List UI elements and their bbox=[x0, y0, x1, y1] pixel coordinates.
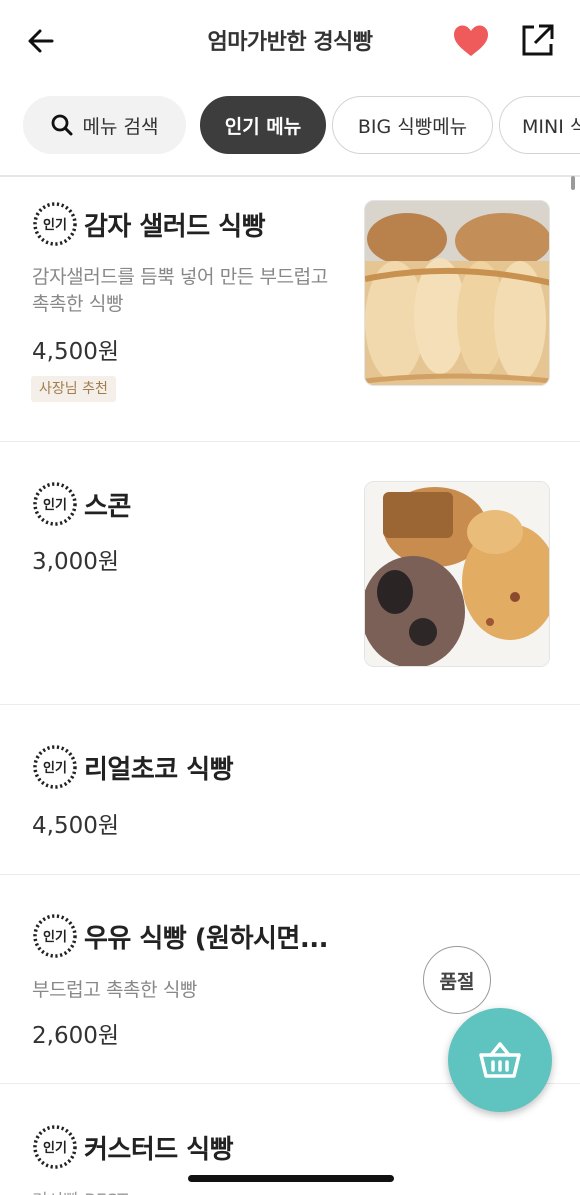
recommend-tag: 사장님 추천 bbox=[31, 376, 116, 402]
basket-icon bbox=[479, 1042, 521, 1078]
potato-bread-image bbox=[364, 200, 550, 386]
home-indicator[interactable] bbox=[188, 1175, 394, 1182]
menu-item[interactable]: 인기 감자 샐러드 식빵 감자샐러드를 듬뿍 넣어 만든 부드럽고 촉촉한 식빵… bbox=[0, 177, 580, 442]
tab-popular[interactable]: 인기 메뉴 bbox=[200, 96, 326, 154]
menu-item-name: 우유 식빵 (원하시면... bbox=[84, 923, 328, 954]
header: 엄마가반한 경식빵 bbox=[0, 0, 580, 82]
search-icon bbox=[51, 114, 73, 136]
badge-label: 인기 bbox=[43, 929, 67, 945]
popular-badge-icon: 인기 bbox=[33, 482, 77, 526]
badge-label: 인기 bbox=[43, 497, 67, 513]
menu-item-price: 4,500원 bbox=[32, 813, 120, 839]
menu-item-name: 감자 샐러드 식빵 bbox=[84, 211, 266, 242]
menu-item-desc: 감자샐러드를 듬뿍 넣어 만든 부드럽고 촉촉한 식빵 bbox=[32, 266, 328, 315]
menu-item-name: 리얼초코 식빵 bbox=[84, 754, 234, 785]
menu-item-name: 커스터드 식빵 bbox=[84, 1134, 234, 1165]
menu-search-label: 메뉴 검색 bbox=[82, 115, 159, 138]
badge-label: 인기 bbox=[43, 760, 67, 776]
menu-item-desc: 부드럽고 촉촉한 식빵 bbox=[32, 979, 197, 1001]
category-tabs: 메뉴 검색 인기 메뉴 BIG 식빵메뉴 MINI 식빵 bbox=[0, 96, 580, 156]
menu-item-name: 스콘 bbox=[84, 491, 131, 522]
menu-item-price: 4,500원 bbox=[32, 339, 120, 365]
menu-item-desc: 커시빵 BEST bbox=[32, 1186, 128, 1195]
scone-image bbox=[364, 481, 550, 667]
tab-mini-bread[interactable]: MINI 식빵 bbox=[499, 96, 580, 154]
cart-button[interactable] bbox=[448, 1008, 552, 1112]
badge-label: 인기 bbox=[43, 217, 67, 233]
badge-label: 인기 bbox=[43, 1140, 67, 1156]
popular-badge-icon: 인기 bbox=[33, 1125, 77, 1169]
popular-badge-icon: 인기 bbox=[33, 745, 77, 789]
popular-badge-icon: 인기 bbox=[33, 202, 77, 246]
menu-item[interactable]: 인기 리얼초코 식빵 4,500원 bbox=[0, 705, 580, 875]
menu-search-button[interactable]: 메뉴 검색 bbox=[23, 96, 186, 154]
menu-item-price: 3,000원 bbox=[32, 549, 120, 575]
menu-item-price: 2,600원 bbox=[32, 1023, 120, 1049]
share-icon[interactable] bbox=[520, 22, 556, 58]
sold-out-badge: 품절 bbox=[423, 946, 491, 1014]
tab-big-bread[interactable]: BIG 식빵메뉴 bbox=[332, 96, 493, 154]
menu-item[interactable]: 인기 스콘 3,000원 bbox=[0, 442, 580, 705]
popular-badge-icon: 인기 bbox=[33, 914, 77, 958]
heart-icon[interactable] bbox=[452, 24, 490, 58]
page-title: 엄마가반한 경식빵 bbox=[207, 30, 373, 55]
